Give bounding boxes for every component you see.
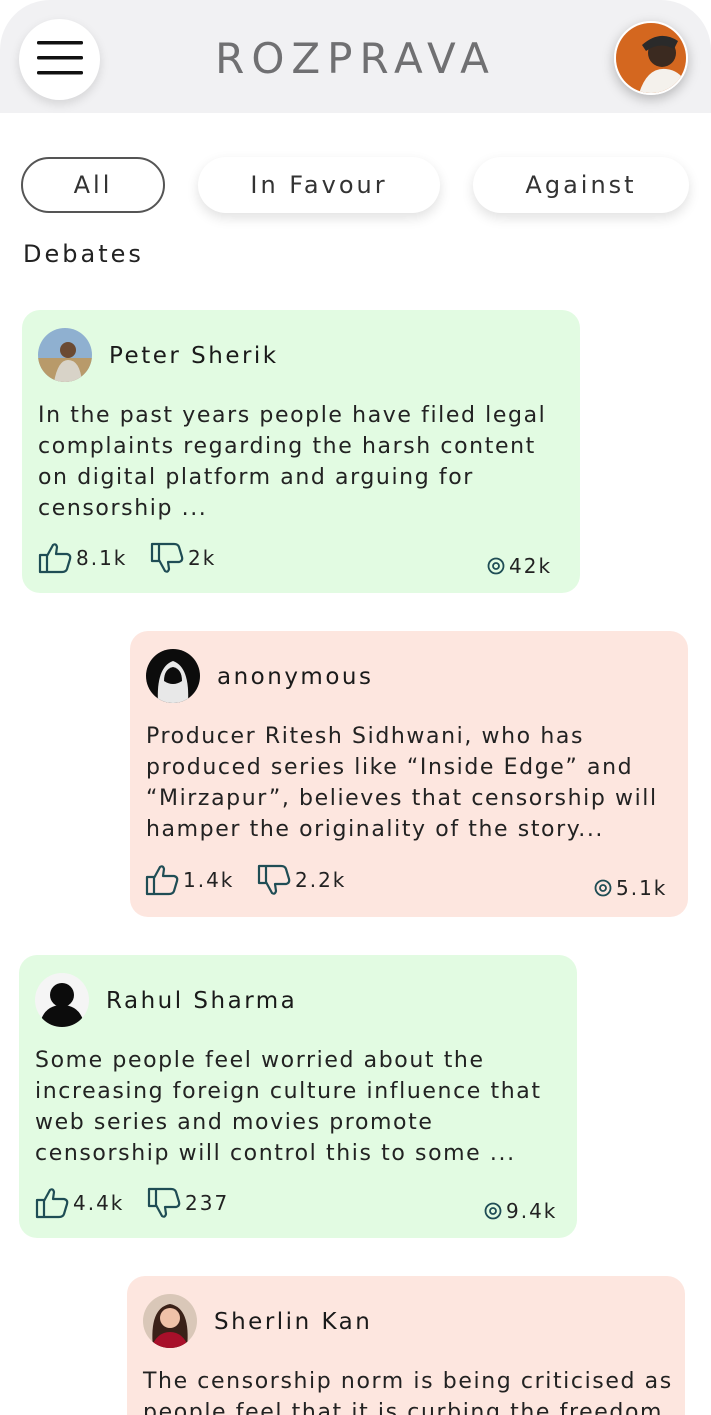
like-count-value: 8.1k: [76, 546, 128, 570]
author-name: anonymous: [217, 664, 374, 690]
profile-avatar[interactable]: [614, 21, 688, 95]
debate-card[interactable]: Sherlin Kan The censorship norm is being…: [127, 1276, 685, 1415]
like-count-value: 4.4k: [73, 1191, 125, 1215]
like-count[interactable]: 1.4k: [145, 864, 234, 896]
filter-all[interactable]: All: [21, 157, 165, 213]
author-avatar: [146, 649, 200, 703]
thumbs-down-icon: [150, 542, 184, 573]
view-count: 5.1k: [594, 876, 667, 900]
like-count[interactable]: 4.4k: [35, 1187, 124, 1219]
app-header: ROZPRAVA: [0, 0, 711, 113]
section-title: Debates: [23, 240, 144, 268]
thumbs-down-icon: [257, 864, 291, 895]
debate-text: Producer Ritesh Sidhwani, who has produc…: [146, 724, 658, 842]
debate-text: In the past years people have filed lega…: [38, 403, 547, 521]
filter-against[interactable]: Against: [473, 157, 689, 213]
eye-icon: [594, 879, 612, 897]
author-name: Rahul Sharma: [106, 988, 298, 1014]
thumbs-down-icon: [147, 1187, 181, 1218]
debate-text: Some people feel worried about the incre…: [35, 1048, 542, 1166]
thumbs-up-icon: [35, 1188, 69, 1219]
author-name: Peter Sherik: [109, 343, 279, 369]
view-count: 9.4k: [484, 1199, 557, 1223]
app-title: ROZPRAVA: [215, 34, 496, 83]
filter-bar: All In Favour Against: [0, 157, 711, 217]
view-count-value: 9.4k: [506, 1199, 558, 1223]
author-avatar: [35, 973, 89, 1027]
eye-icon: [484, 1202, 502, 1220]
debate-card[interactable]: Peter Sherik In the past years people ha…: [22, 310, 580, 593]
filter-in-favour[interactable]: In Favour: [198, 157, 440, 213]
author-name: Sherlin Kan: [214, 1309, 373, 1335]
dislike-count[interactable]: 237: [147, 1187, 229, 1219]
thumbs-up-icon: [38, 543, 72, 574]
view-count-value: 5.1k: [616, 876, 668, 900]
dislike-count-value: 237: [185, 1191, 230, 1215]
dislike-count-value: 2.2k: [295, 868, 347, 892]
eye-icon: [487, 557, 505, 575]
thumbs-up-icon: [145, 865, 179, 896]
author-avatar: [143, 1294, 197, 1348]
like-count[interactable]: 8.1k: [38, 542, 127, 574]
like-count-value: 1.4k: [183, 868, 235, 892]
dislike-count-value: 2k: [188, 546, 217, 570]
dislike-count[interactable]: 2.2k: [257, 864, 346, 896]
dislike-count[interactable]: 2k: [150, 542, 216, 574]
debate-text: The censorship norm is being criticised …: [143, 1369, 673, 1415]
debate-card[interactable]: anonymous Producer Ritesh Sidhwani, who …: [130, 631, 688, 917]
view-count: 42k: [487, 554, 552, 578]
view-count-value: 42k: [509, 554, 553, 578]
debate-card[interactable]: Rahul Sharma Some people feel worried ab…: [19, 955, 577, 1238]
author-avatar: [38, 328, 92, 382]
